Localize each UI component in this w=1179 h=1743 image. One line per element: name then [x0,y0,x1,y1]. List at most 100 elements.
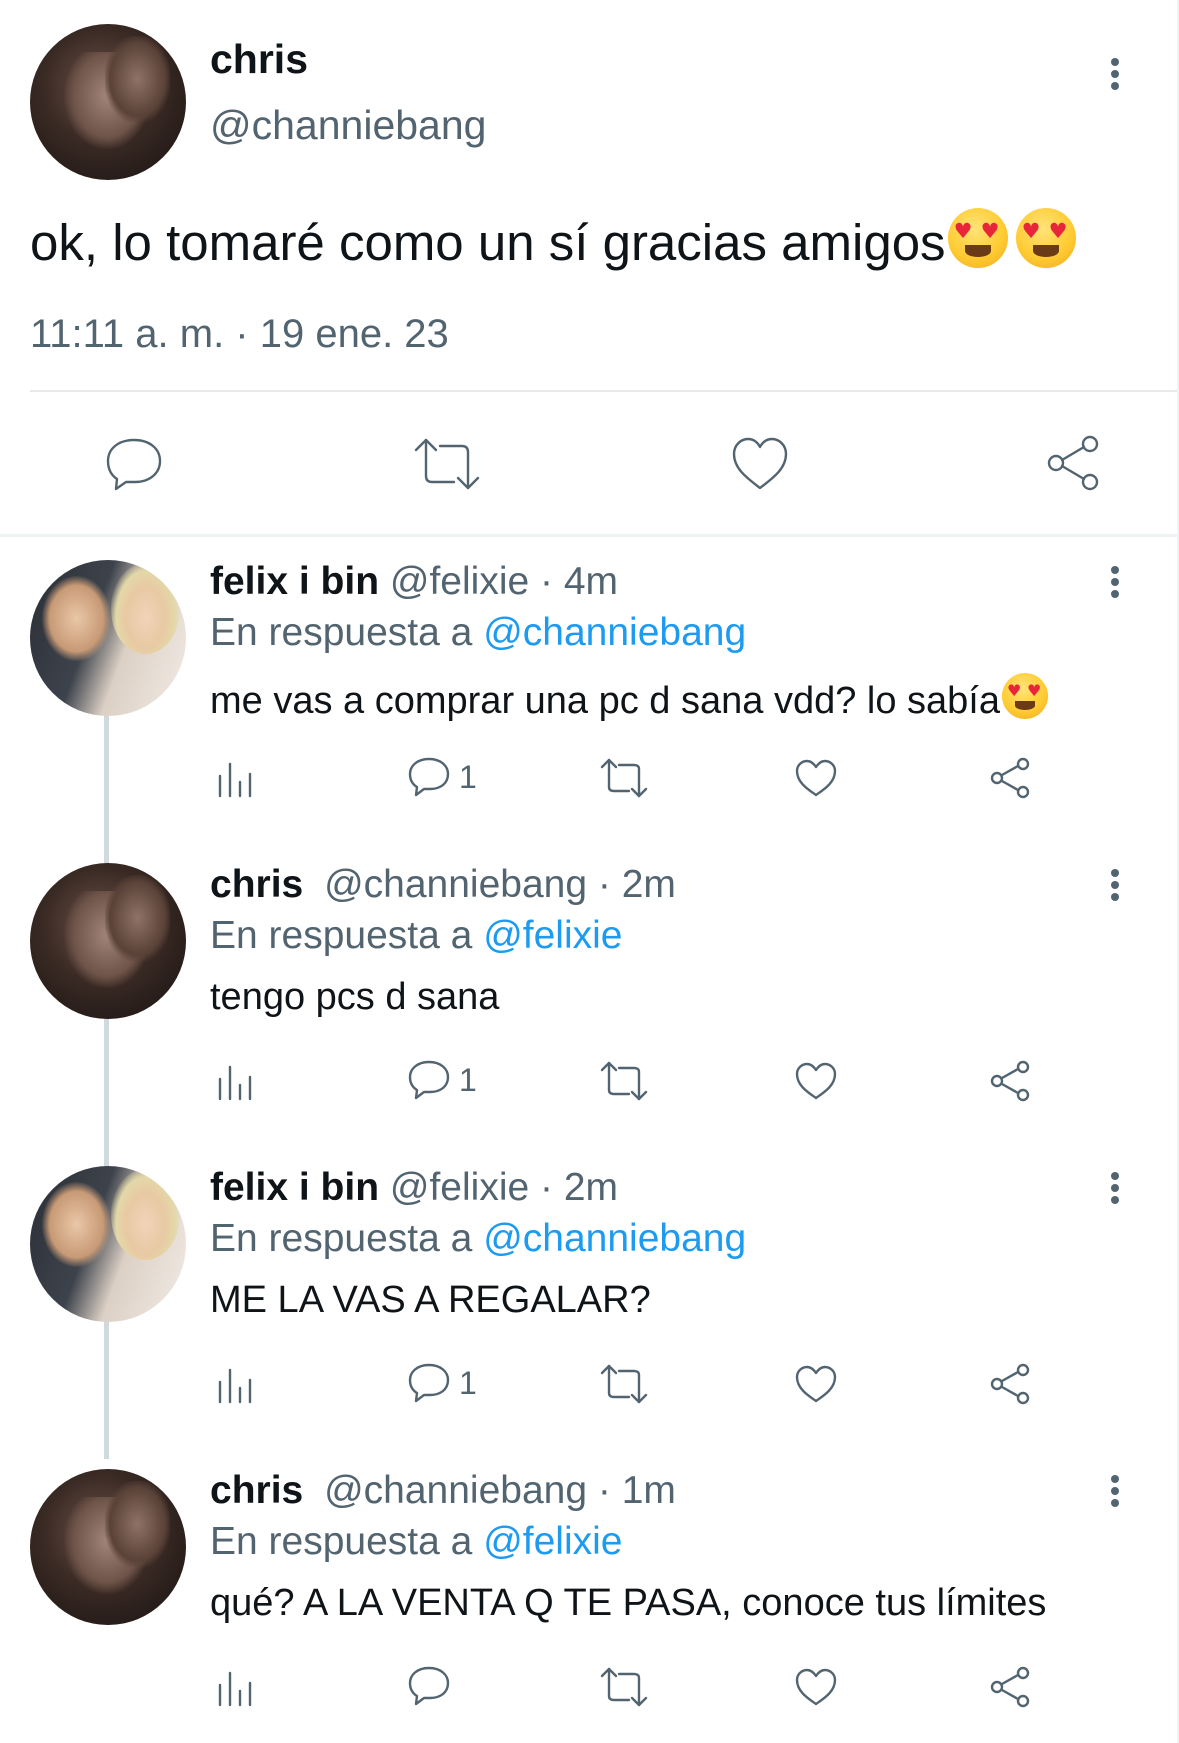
retweet-icon [414,438,480,490]
view-count-button[interactable] [216,1366,256,1406]
analytics-icon [218,1671,252,1707]
like-button[interactable] [794,758,838,798]
share-icon [990,1363,1030,1405]
like-button[interactable] [794,1364,838,1404]
main-tweet: chris @channiebang ok, lo tomaré como un… [0,0,1179,536]
reply-button[interactable] [104,436,164,492]
retweet-button[interactable] [599,1061,649,1101]
reply-time[interactable]: · 4m [540,560,618,603]
reply-context-prefix: En respuesta a [210,914,473,957]
tweet-timestamp[interactable]: 11:11 a. m. · 19 ene. 23 [30,312,449,357]
like-icon [795,1062,837,1100]
divider [30,390,1179,392]
retweet-button[interactable] [412,438,482,490]
avatar[interactable] [30,1469,186,1625]
more-options-icon[interactable] [1107,560,1123,604]
more-options-icon[interactable] [1107,1166,1123,1210]
reply-tweet[interactable]: chris @channiebang · 1m En respuesta a @… [0,1469,1179,1743]
like-icon [732,437,788,490]
reply-to-link[interactable]: @felixie [483,914,622,957]
share-button[interactable] [988,756,1032,800]
heart-eyes-emoji-icon: ♥ ♥ [1002,673,1049,719]
retweet-button[interactable] [599,1667,649,1707]
reply-context-prefix: En respuesta a [210,611,473,654]
author-name[interactable]: chris [210,36,308,83]
reply-context-prefix: En respuesta a [210,1520,473,1563]
reply-icon [408,757,450,797]
author-name[interactable]: felix i bin [210,560,379,603]
reply-tweet[interactable]: felix i bin @felixie · 2m En respuesta a… [0,1166,1179,1466]
reply-context: En respuesta a @channiebang [210,611,746,655]
retweet-icon [600,1667,648,1707]
author-handle[interactable]: @felixie [390,1166,529,1209]
share-button[interactable] [1044,434,1102,492]
share-button[interactable] [988,1059,1032,1103]
retweet-icon [600,1364,648,1404]
view-count-button[interactable] [216,760,256,800]
more-options-icon[interactable] [1107,52,1123,96]
avatar[interactable] [30,1166,186,1322]
more-options-icon[interactable] [1107,1469,1123,1513]
author-name[interactable]: felix i bin [210,1166,379,1209]
author-name[interactable]: chris [210,863,303,906]
reply-time[interactable]: · 1m [598,1469,676,1512]
reply-context-prefix: En respuesta a [210,1217,473,1260]
avatar[interactable] [30,24,186,180]
retweet-icon [600,758,648,798]
share-icon [1047,435,1099,491]
more-options-icon[interactable] [1107,863,1123,907]
like-icon [795,1668,837,1706]
reply-tweet[interactable]: chris @channiebang · 2m En respuesta a @… [0,863,1179,1163]
reply-text: qué? A LA VENTA Q TE PASA, conoce tus lí… [210,1582,1047,1624]
reply-header: chris @channiebang · 2m [210,863,676,907]
author-handle[interactable]: @channiebang [324,1469,587,1512]
share-button[interactable] [988,1362,1032,1406]
reply-tweet[interactable]: felix i bin @felixie · 4m En respuesta a… [0,560,1179,860]
analytics-icon [218,1065,252,1101]
reply-button[interactable]: 1 [407,1362,477,1404]
author-handle[interactable]: @channiebang [210,102,486,149]
like-button[interactable] [794,1667,838,1707]
reply-count: 1 [459,758,477,795]
share-button[interactable] [988,1665,1032,1709]
reply-time[interactable]: · 2m [540,1166,618,1209]
reply-button[interactable]: 1 [407,756,477,798]
reply-to-link[interactable]: @channiebang [483,1217,746,1260]
reply-context: En respuesta a @felixie [210,1520,623,1564]
reply-icon [106,438,162,491]
view-count-button[interactable] [216,1063,256,1103]
retweet-button[interactable] [599,758,649,798]
reply-button[interactable] [407,1665,451,1707]
reply-icon [408,1060,450,1100]
reply-time[interactable]: · 2m [598,863,676,906]
avatar[interactable] [30,863,186,1019]
reply-header: felix i bin @felixie · 4m [210,560,618,604]
share-icon [990,1060,1030,1102]
reply-to-link[interactable]: @channiebang [483,611,746,654]
view-count-button[interactable] [216,1669,256,1709]
heart-eyes-emoji-icon: ♥ ♥ [1015,208,1076,268]
reply-context: En respuesta a @channiebang [210,1217,746,1261]
like-button[interactable] [730,436,790,492]
retweet-icon [600,1061,648,1101]
share-icon [990,1666,1030,1708]
reply-count: 1 [459,1364,477,1401]
reply-context: En respuesta a @felixie [210,914,623,958]
author-handle[interactable]: @felixie [390,560,529,603]
reply-icon [408,1363,450,1403]
reply-count: 1 [459,1061,477,1098]
heart-eyes-emoji-icon: ♥ ♥ [947,208,1008,268]
reply-button[interactable]: 1 [407,1059,477,1101]
share-icon [990,757,1030,799]
author-name[interactable]: chris [210,1469,303,1512]
author-handle[interactable]: @channiebang [324,863,587,906]
like-button[interactable] [794,1061,838,1101]
analytics-icon [218,762,252,798]
avatar[interactable] [30,560,186,716]
tweet-text-content: ok, lo tomaré como un sí gracias amigos [30,214,946,271]
reply-to-link[interactable]: @felixie [483,1520,622,1563]
retweet-button[interactable] [599,1364,649,1404]
section-divider [0,534,1179,537]
like-icon [795,759,837,797]
analytics-icon [218,1368,252,1404]
